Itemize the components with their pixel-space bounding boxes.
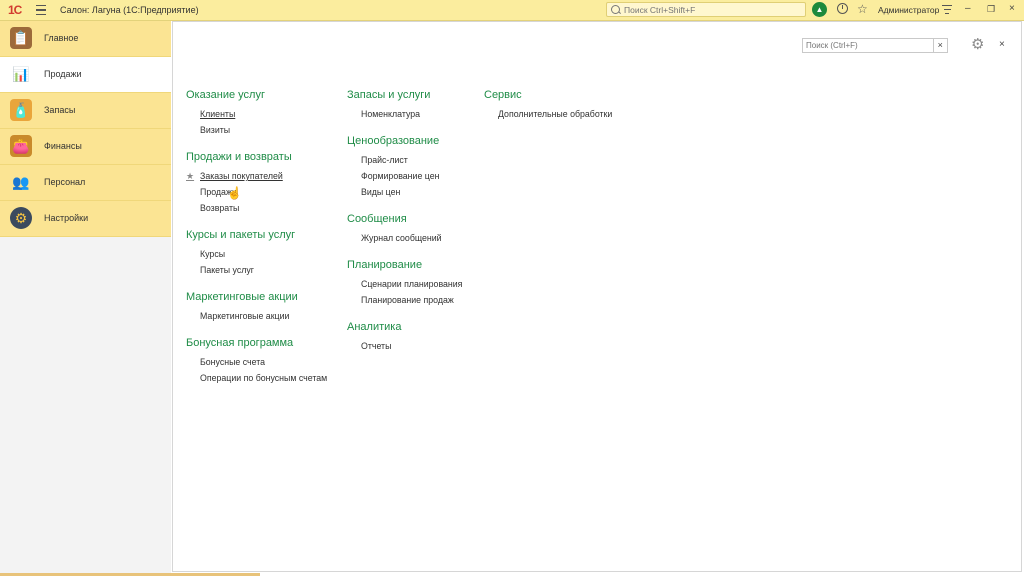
wallet-icon: 👛 xyxy=(10,135,32,157)
group-planning: Планирование Сценарии планирования Плани… xyxy=(347,259,462,310)
products-icon: 🧴 xyxy=(10,99,32,121)
current-user[interactable]: Администратор xyxy=(878,5,939,15)
group-title: Сообщения xyxy=(347,213,407,225)
restore-button[interactable]: ❐ xyxy=(987,3,995,15)
group-title: Планирование xyxy=(347,259,423,271)
group-stock-services: Запасы и услуги Номенклатура xyxy=(347,89,462,124)
link-visits[interactable]: Визиты xyxy=(186,124,327,140)
user-settings-icon[interactable] xyxy=(942,5,952,14)
link-planning-scenarios[interactable]: Сценарии планирования xyxy=(347,278,462,294)
link-bonus-operations[interactable]: Операции по бонусным счетам xyxy=(186,372,327,388)
section-settings[interactable]: ⚙ Настройки xyxy=(0,201,171,237)
section-sales[interactable]: 📊 Продажи xyxy=(0,57,171,93)
group-services: Оказание услуг Клиенты Визиты xyxy=(186,89,327,140)
notification-bell-icon[interactable]: ▲ xyxy=(812,2,827,17)
link-sales[interactable]: Продажи xyxy=(186,186,327,202)
panel-search[interactable]: × xyxy=(802,38,948,53)
app-logo: 1С xyxy=(8,3,22,17)
group-title: Ценообразование xyxy=(347,135,440,147)
functions-column: Сервис Дополнительные обработки xyxy=(484,89,612,135)
section-label: Продажи xyxy=(44,69,82,79)
group-title: Запасы и услуги xyxy=(347,89,431,101)
panel-search-input[interactable] xyxy=(803,39,933,52)
link-reports[interactable]: Отчеты xyxy=(347,340,462,356)
link-sales-planning[interactable]: Планирование продаж xyxy=(347,294,462,310)
section-label: Финансы xyxy=(44,141,82,151)
clear-search-button[interactable]: × xyxy=(932,39,948,52)
group-title: Курсы и пакеты услуг xyxy=(186,229,296,241)
group-title: Маркетинговые акции xyxy=(186,291,298,303)
section-label: Главное xyxy=(44,33,79,43)
favorites-star-icon[interactable]: ☆ xyxy=(857,2,868,16)
close-button[interactable]: × xyxy=(1009,3,1015,15)
global-search-input[interactable] xyxy=(624,4,794,15)
group-marketing: Маркетинговые акции Маркетинговые акции xyxy=(186,291,327,326)
section-staff[interactable]: 👥 Персонал xyxy=(0,165,171,201)
link-price-list[interactable]: Прайс-лист xyxy=(347,154,462,170)
link-customer-orders[interactable]: ★ Заказы покупателей xyxy=(186,170,327,186)
link-additional-processing[interactable]: Дополнительные обработки xyxy=(484,108,612,124)
section-main[interactable]: 📋 Главное xyxy=(0,21,171,57)
window-title: Салон: Лагуна (1С:Предприятие) xyxy=(60,5,199,15)
group-title: Аналитика xyxy=(347,321,402,333)
search-icon xyxy=(611,5,620,14)
group-bonus: Бонусная программа Бонусные счета Операц… xyxy=(186,337,327,388)
link-returns[interactable]: Возвраты xyxy=(186,202,327,218)
mouse-pointer-icon: ☝ xyxy=(227,186,242,200)
link-courses[interactable]: Курсы xyxy=(186,248,327,264)
main-menu-icon[interactable] xyxy=(36,5,46,15)
link-service-packages[interactable]: Пакеты услуг xyxy=(186,264,327,280)
functions-column: Оказание услуг Клиенты Визиты Продажи и … xyxy=(186,89,327,399)
panel-close-button[interactable]: × xyxy=(999,39,1005,50)
section-stock[interactable]: 🧴 Запасы xyxy=(0,93,171,129)
minimize-button[interactable]: – xyxy=(965,3,971,15)
gear-icon: ⚙ xyxy=(10,207,32,229)
link-nomenclature[interactable]: Номенклатура xyxy=(347,108,462,124)
global-search[interactable] xyxy=(606,2,806,17)
title-bar: 1С Салон: Лагуна (1С:Предприятие) ▲ ☆ Ад… xyxy=(0,0,1024,21)
group-title: Сервис xyxy=(484,89,522,101)
group-title: Оказание услуг xyxy=(186,89,265,101)
group-courses: Курсы и пакеты услуг Курсы Пакеты услуг xyxy=(186,229,327,280)
link-message-log[interactable]: Журнал сообщений xyxy=(347,232,462,248)
link-marketing-promotions[interactable]: Маркетинговые акции xyxy=(186,310,327,326)
functions-column: Запасы и услуги Номенклатура Ценообразов… xyxy=(347,89,462,367)
history-icon[interactable] xyxy=(837,3,848,14)
favorite-star-icon[interactable]: ★ xyxy=(186,170,194,182)
functions-panel: × ⚙ × Оказание услуг Клиенты Визиты Прод… xyxy=(172,21,1022,572)
sales-chart-icon: 📊 xyxy=(12,66,30,82)
link-clients[interactable]: Клиенты xyxy=(186,108,327,124)
group-title: Продажи и возвраты xyxy=(186,151,292,163)
section-label: Настройки xyxy=(44,213,89,223)
panel-settings-gear-icon[interactable]: ⚙ xyxy=(971,37,984,53)
group-service: Сервис Дополнительные обработки xyxy=(484,89,612,124)
sections-panel: 📋 Главное 📊 Продажи 🧴 Запасы 👛 Финансы 👥… xyxy=(0,21,171,576)
group-pricing: Ценообразование Прайс-лист Формирование … xyxy=(347,135,462,202)
section-finance[interactable]: 👛 Финансы xyxy=(0,129,171,165)
link-price-formation[interactable]: Формирование цен xyxy=(347,170,462,186)
group-messages: Сообщения Журнал сообщений xyxy=(347,213,462,248)
group-analytics: Аналитика Отчеты xyxy=(347,321,462,356)
section-label: Персонал xyxy=(44,177,86,187)
clipboard-icon: 📋 xyxy=(10,27,32,49)
group-sales-returns: Продажи и возвраты ★ Заказы покупателей П… xyxy=(186,151,327,218)
group-title: Бонусная программа xyxy=(186,337,294,349)
link-bonus-accounts[interactable]: Бонусные счета xyxy=(186,356,327,372)
section-label: Запасы xyxy=(44,105,76,115)
staff-icon: 👥 xyxy=(12,174,30,190)
link-price-types[interactable]: Виды цен xyxy=(347,186,462,202)
